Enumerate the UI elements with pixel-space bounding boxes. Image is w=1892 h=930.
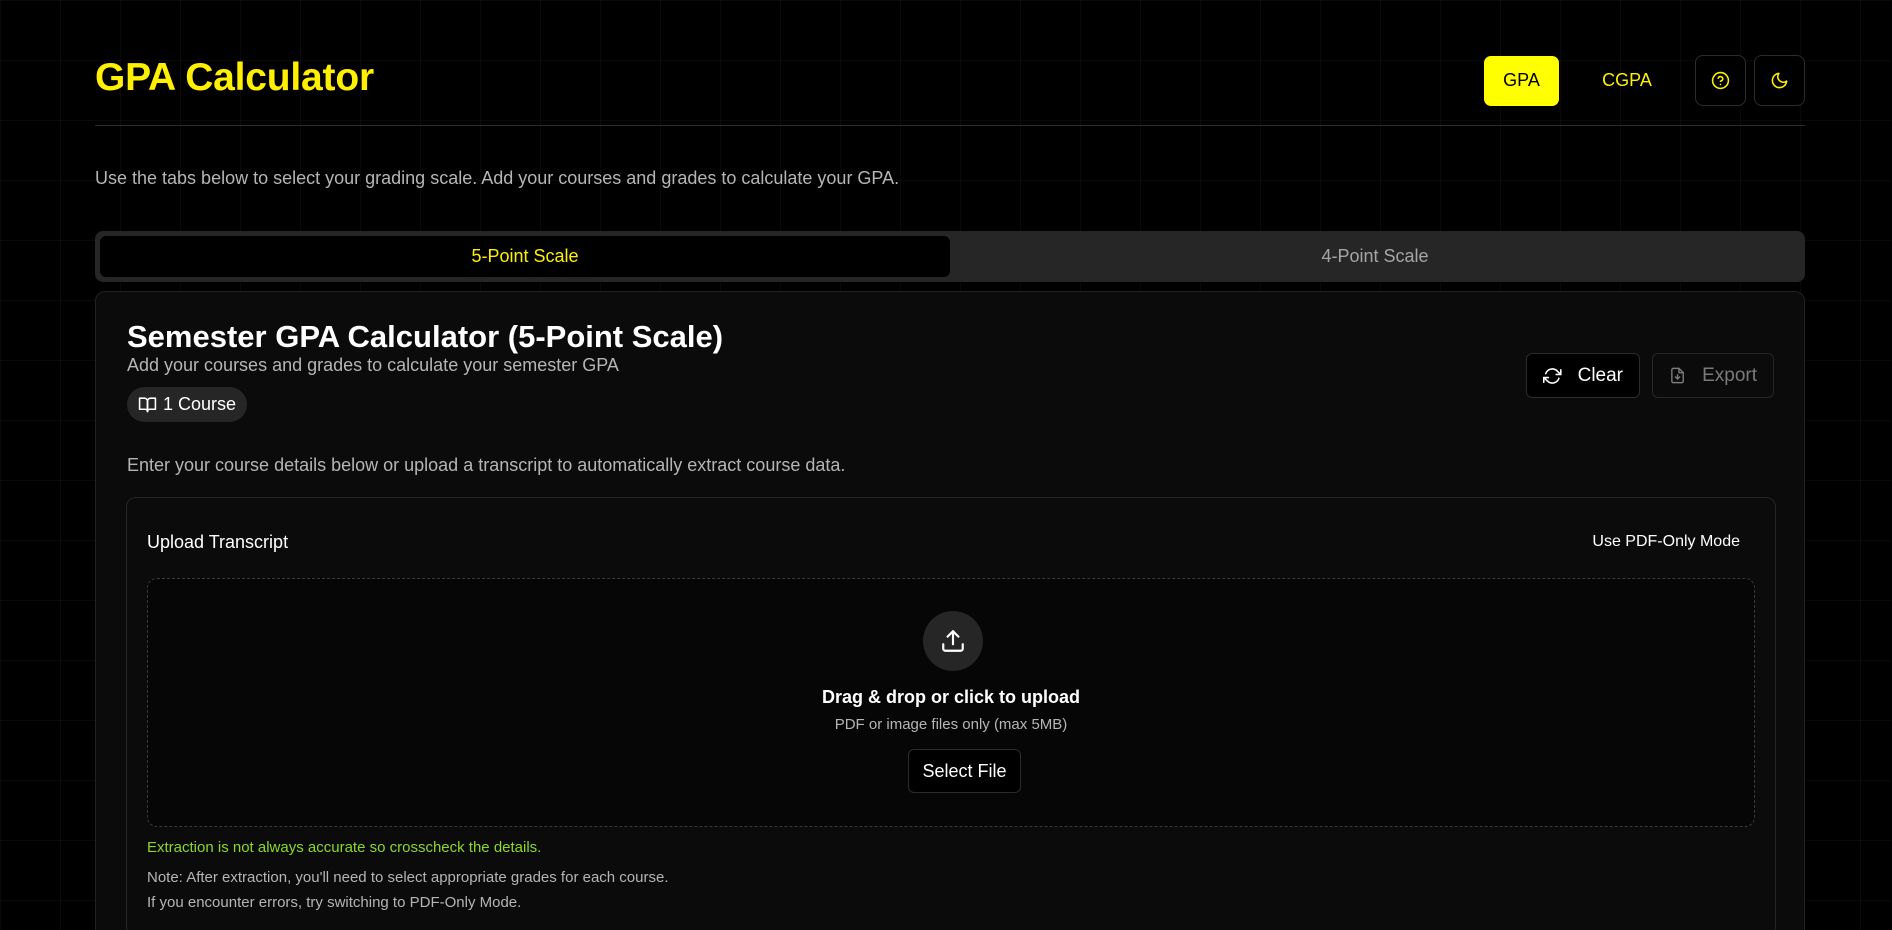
moon-icon: [1771, 72, 1788, 89]
card-actions: Clear Export: [1526, 353, 1774, 398]
upload-icon-circle: [923, 611, 983, 671]
intro-text: Use the tabs below to select your gradin…: [95, 168, 900, 188]
export-button[interactable]: Export: [1652, 353, 1774, 398]
export-label: Export: [1702, 364, 1757, 386]
card-title: Semester GPA Calculator (5-Point Scale): [127, 319, 724, 354]
dropzone-hint: PDF or image files only (max 5MB): [834, 716, 1068, 733]
clear-button[interactable]: Clear: [1526, 353, 1640, 398]
tab-5-point-scale[interactable]: 5-Point Scale: [100, 236, 950, 277]
tab-4-point-scale[interactable]: 4-Point Scale: [950, 236, 1800, 277]
pdf-mode-note: If you encounter errors, try switching t…: [147, 894, 522, 911]
dropzone-title: Drag & drop or click to upload: [821, 687, 1081, 707]
upload-dropzone[interactable]: Drag & drop or click to upload PDF or im…: [147, 578, 1755, 827]
theme-toggle-button[interactable]: [1754, 55, 1805, 106]
refresh-icon: [1543, 367, 1562, 384]
card-description: Enter your course details below or uploa…: [127, 455, 846, 475]
help-button[interactable]: [1695, 55, 1746, 106]
file-download-icon: [1671, 367, 1684, 384]
cgpa-nav-button[interactable]: CGPA: [1567, 56, 1687, 106]
gpa-nav-button[interactable]: GPA: [1484, 55, 1559, 106]
header: GPA Calculator GPA CGPA: [95, 0, 1805, 126]
semester-calculator-card: Semester GPA Calculator (5-Point Scale) …: [95, 291, 1805, 930]
clear-label: Clear: [1577, 364, 1623, 386]
course-count-badge: 1 Course: [127, 387, 248, 422]
pdf-only-mode-toggle[interactable]: Use PDF-Only Mode: [1592, 533, 1740, 551]
app-container: GPA Calculator GPA CGPA Use the tabs bel…: [95, 0, 1805, 930]
upload-transcript-panel: Upload Transcript Use PDF-Only Mode Drag…: [126, 497, 1776, 930]
extraction-note: Note: After extraction, you'll need to s…: [147, 869, 669, 886]
upload-title: Upload Transcript: [147, 532, 289, 552]
upload-icon: [942, 630, 964, 652]
card-subtitle: Add your courses and grades to calculate…: [127, 355, 619, 375]
help-circle-icon: [1711, 71, 1730, 90]
select-file-button[interactable]: Select File: [908, 749, 1021, 793]
extraction-warning: Extraction is not always accurate so cro…: [147, 839, 542, 856]
scale-tabs: 5-Point Scale 4-Point Scale: [95, 231, 1805, 282]
course-count-label: 1 Course: [163, 394, 237, 414]
book-icon: [138, 397, 157, 413]
header-actions: GPA CGPA: [1484, 55, 1805, 106]
app-title: GPA Calculator: [95, 56, 374, 99]
